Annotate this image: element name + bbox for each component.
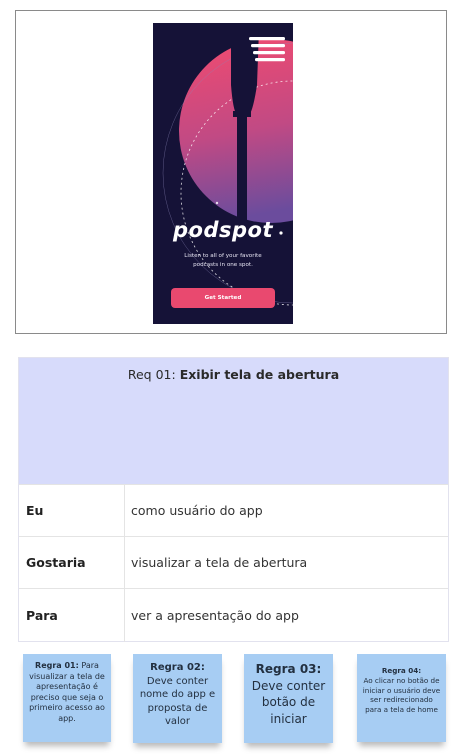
note-title: Regra 01: <box>35 661 79 670</box>
requirement-card: Req 01: Exibir tela de abertura Eu como … <box>18 357 449 642</box>
row-key: Gostaria <box>19 537 125 588</box>
app-screen-mockup: podspot Listen to all of your favorite p… <box>153 23 293 324</box>
note-text: Para visualizar a tela de apresentação é… <box>29 661 105 723</box>
requirement-title: Req 01: Exibir tela de abertura <box>19 367 448 382</box>
app-tagline: Listen to all of your favorite podcasts … <box>184 253 262 268</box>
sticky-note-rule-01[interactable]: Regra 01: Para visualizar a tela de apre… <box>23 654 111 742</box>
app-logo-text: podspot <box>173 218 273 242</box>
requirement-id: Req 01: <box>127 367 180 382</box>
requirement-name: Exibir tela de abertura <box>179 367 340 382</box>
row-eu: Eu como usuário do app <box>19 484 448 536</box>
note-title: Regra 03: <box>255 662 322 676</box>
note-title: Regra 04: <box>381 666 422 675</box>
note-text: Ao clicar no botão de iniciar o usuário … <box>362 675 441 715</box>
note-title: Regra 02: <box>150 662 205 673</box>
row-value: visualizar a tela de abertura <box>131 555 308 570</box>
note-text: Deve conter botão de iniciar <box>251 678 326 726</box>
row-gostaria: Gostaria visualizar a tela de abertura <box>19 536 448 588</box>
mic-stand <box>237 115 247 225</box>
row-para: Para ver a apresentação do app <box>19 588 448 642</box>
sticky-note-rule-03[interactable]: Regra 03: Deve conter botão de iniciar <box>244 654 333 743</box>
requirement-header: Req 01: Exibir tela de abertura <box>19 358 448 484</box>
mockup-frame: podspot Listen to all of your favorite p… <box>15 10 447 334</box>
row-key: Para <box>19 589 125 642</box>
get-started-button[interactable]: Get Started <box>171 288 275 308</box>
row-value: como usuário do app <box>131 503 263 518</box>
note-text: Deve conter nome do app e proposta de va… <box>139 675 216 728</box>
row-key: Eu <box>19 485 125 536</box>
microphone-illustration <box>162 29 293 306</box>
row-value: ver a apresentação do app <box>131 608 299 623</box>
sticky-note-rule-02[interactable]: Regra 02: Deve conter nome do app e prop… <box>133 654 222 743</box>
sticky-note-rule-04[interactable]: Regra 04: Ao clicar no botão de iniciar … <box>357 654 446 742</box>
